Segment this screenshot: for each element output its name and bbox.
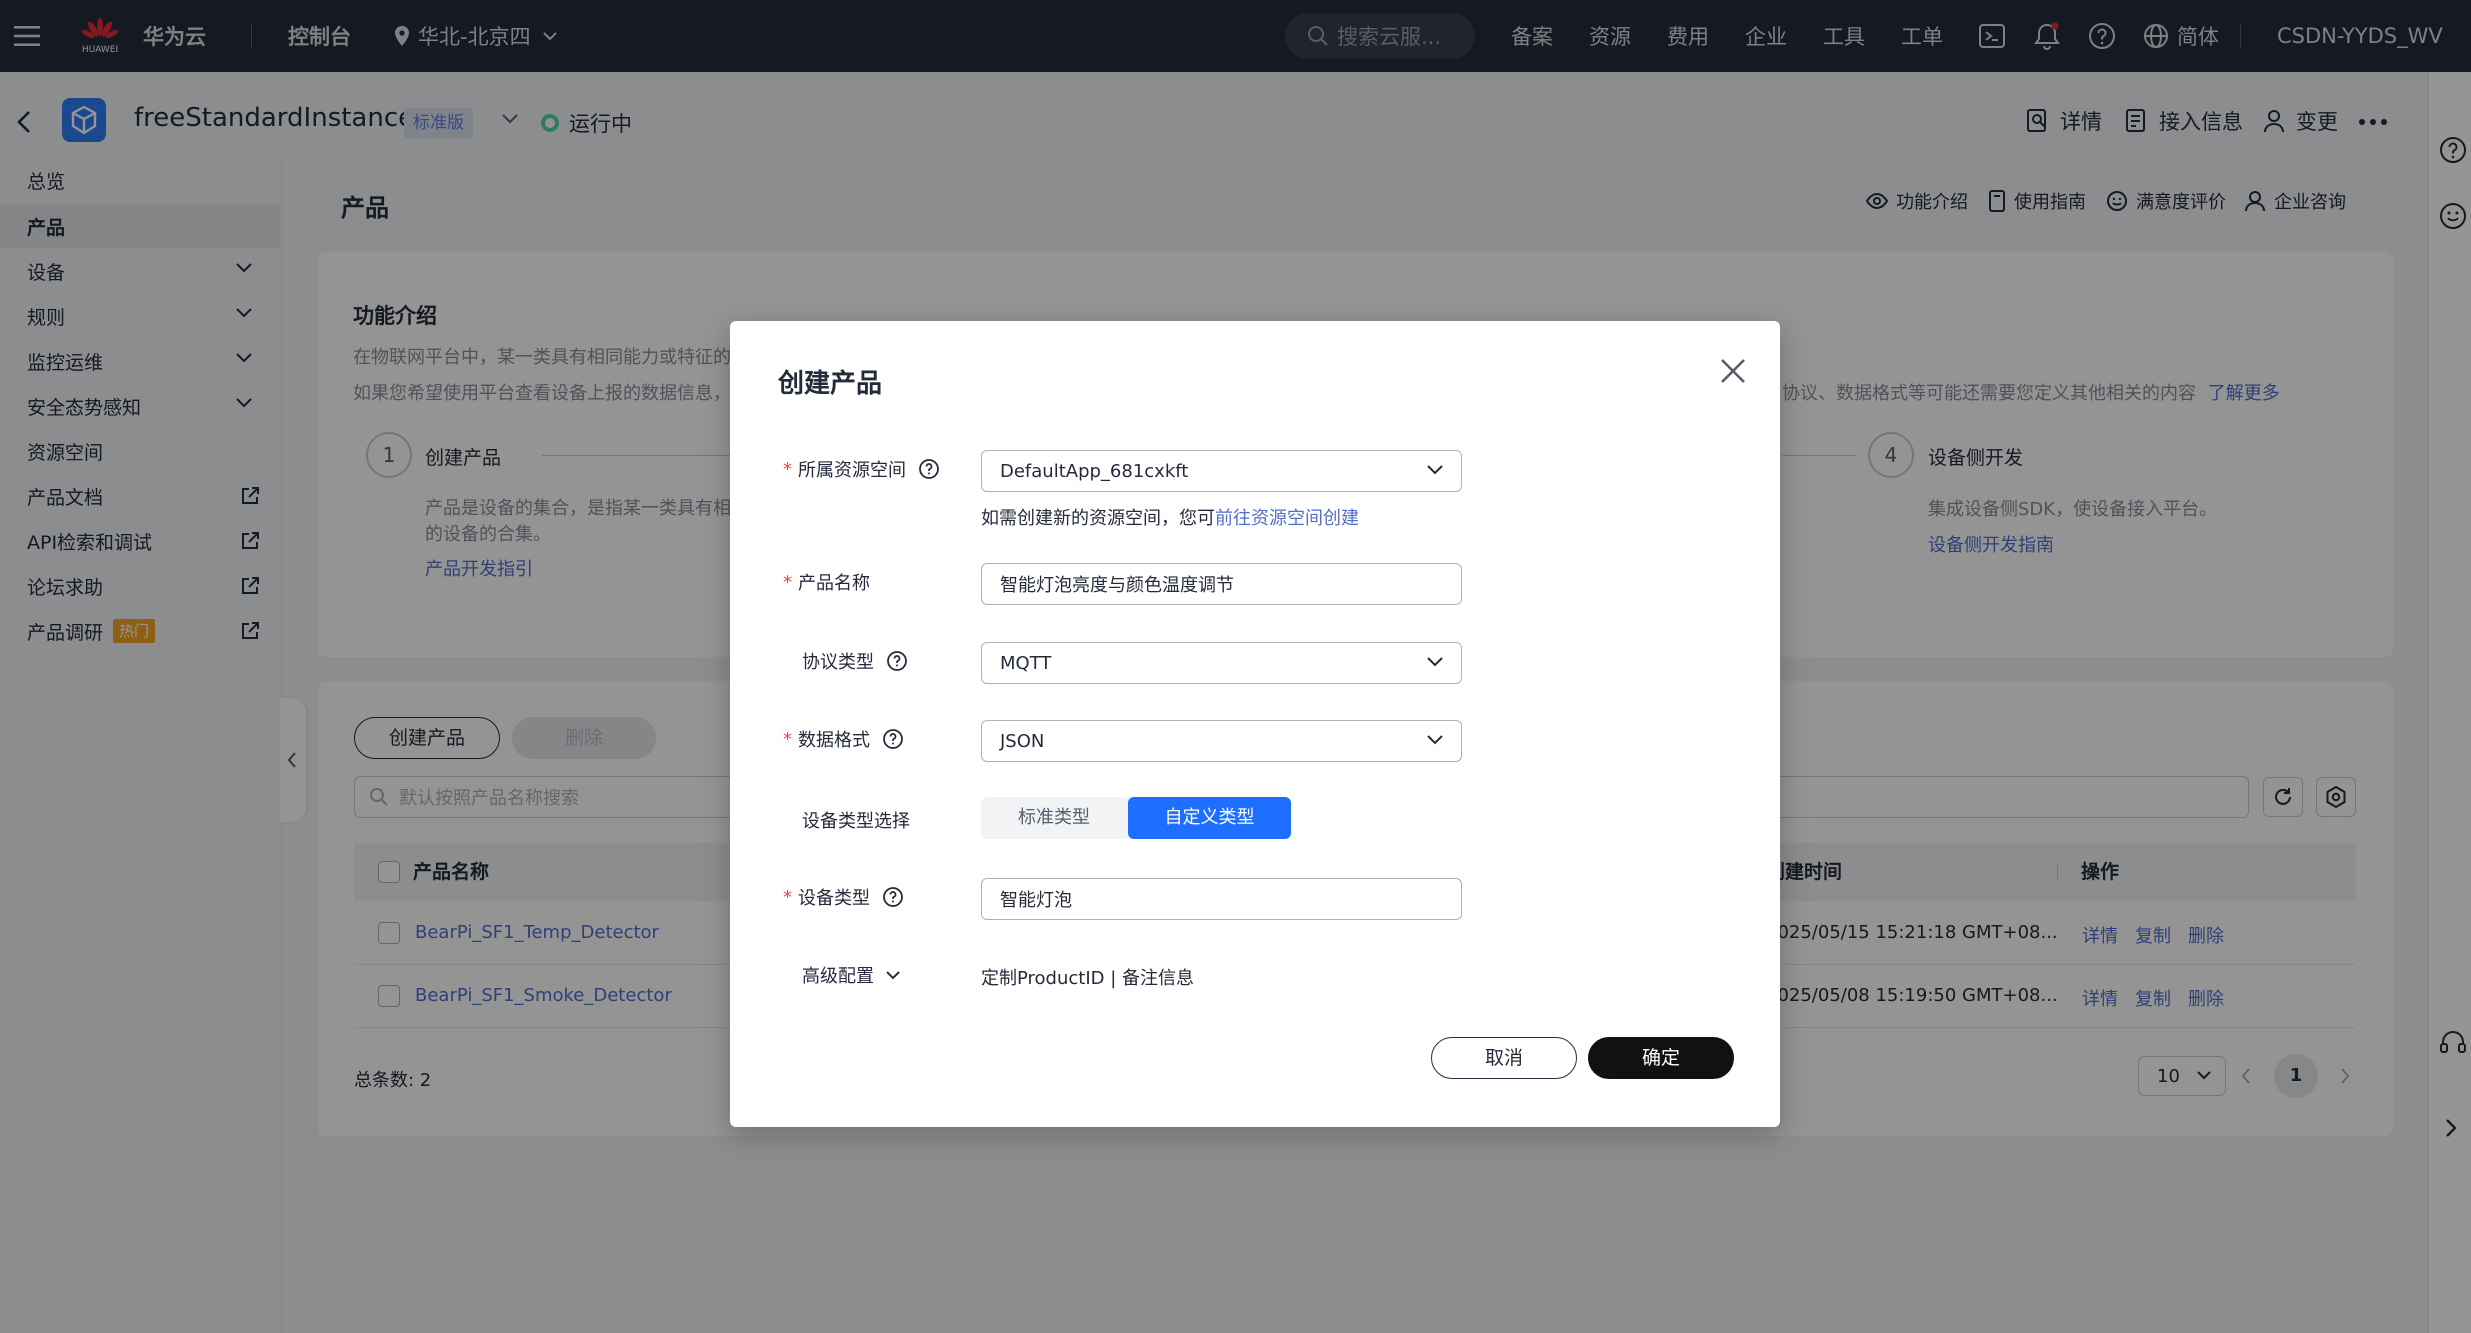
dialog-title: 创建产品 <box>778 369 883 399</box>
cancel-button[interactable]: 取消 <box>1431 1037 1577 1079</box>
required-asterisk: * <box>783 571 792 593</box>
required-asterisk: * <box>783 458 792 480</box>
data-format-value: JSON <box>1000 730 1045 752</box>
custom-type-option[interactable]: 自定义类型 <box>1128 797 1291 839</box>
advanced-config-summary: 定制ProductID | 备注信息 <box>981 968 1195 989</box>
resource-space-select[interactable]: DefaultApp_681cxkft <box>981 450 1462 492</box>
resource-space-label: * 所属资源空间 <box>783 456 940 482</box>
close-icon[interactable] <box>1718 356 1748 386</box>
create-product-dialog: 创建产品 * 所属资源空间 DefaultApp_681cxkft 如需创建新的… <box>730 321 1780 1127</box>
help-icon[interactable] <box>882 886 904 908</box>
chevron-down-icon <box>1427 735 1443 745</box>
device-type-selection-label: 设备类型选择 <box>802 811 910 832</box>
product-name-label-text: 产品名称 <box>798 573 870 594</box>
data-format-label: * 数据格式 <box>783 726 904 752</box>
advanced-config-toggle[interactable]: 高级配置 <box>802 962 900 988</box>
protocol-type-value: MQTT <box>1000 652 1052 674</box>
device-type-label: * 设备类型 <box>783 884 904 910</box>
advanced-config-label: 高级配置 <box>802 966 874 987</box>
required-asterisk: * <box>783 886 792 908</box>
resource-space-label-text: 所属资源空间 <box>798 460 906 481</box>
help-icon[interactable] <box>918 458 940 480</box>
device-type-segmented-control: 标准类型 自定义类型 <box>981 797 1291 839</box>
resource-space-hint: 如需创建新的资源空间，您可前往资源空间创建 <box>981 504 1359 530</box>
resource-space-hint-text: 如需创建新的资源空间，您可 <box>981 508 1215 529</box>
product-name-value: 智能灯泡亮度与颜色温度调节 <box>1000 575 1234 596</box>
chevron-down-icon <box>1427 657 1443 667</box>
help-icon[interactable] <box>886 650 908 672</box>
chevron-down-icon <box>886 970 900 979</box>
protocol-type-label: 协议类型 <box>802 648 908 674</box>
standard-type-option[interactable]: 标准类型 <box>981 797 1127 839</box>
device-type-input[interactable]: 智能灯泡 <box>981 878 1462 920</box>
protocol-type-select[interactable]: MQTT <box>981 642 1462 684</box>
data-format-label-text: 数据格式 <box>798 730 870 751</box>
device-type-value: 智能灯泡 <box>1000 890 1072 911</box>
confirm-button[interactable]: 确定 <box>1588 1037 1734 1079</box>
create-resource-space-link[interactable]: 前往资源空间创建 <box>1215 508 1359 529</box>
required-asterisk: * <box>783 728 792 750</box>
product-name-label: * 产品名称 <box>783 569 870 595</box>
product-name-input[interactable]: 智能灯泡亮度与颜色温度调节 <box>981 563 1462 605</box>
chevron-down-icon <box>1427 465 1443 475</box>
protocol-type-label-text: 协议类型 <box>802 652 874 673</box>
device-type-label-text: 设备类型 <box>798 888 870 909</box>
data-format-select[interactable]: JSON <box>981 720 1462 762</box>
help-icon[interactable] <box>882 728 904 750</box>
resource-space-value: DefaultApp_681cxkft <box>1000 460 1189 482</box>
